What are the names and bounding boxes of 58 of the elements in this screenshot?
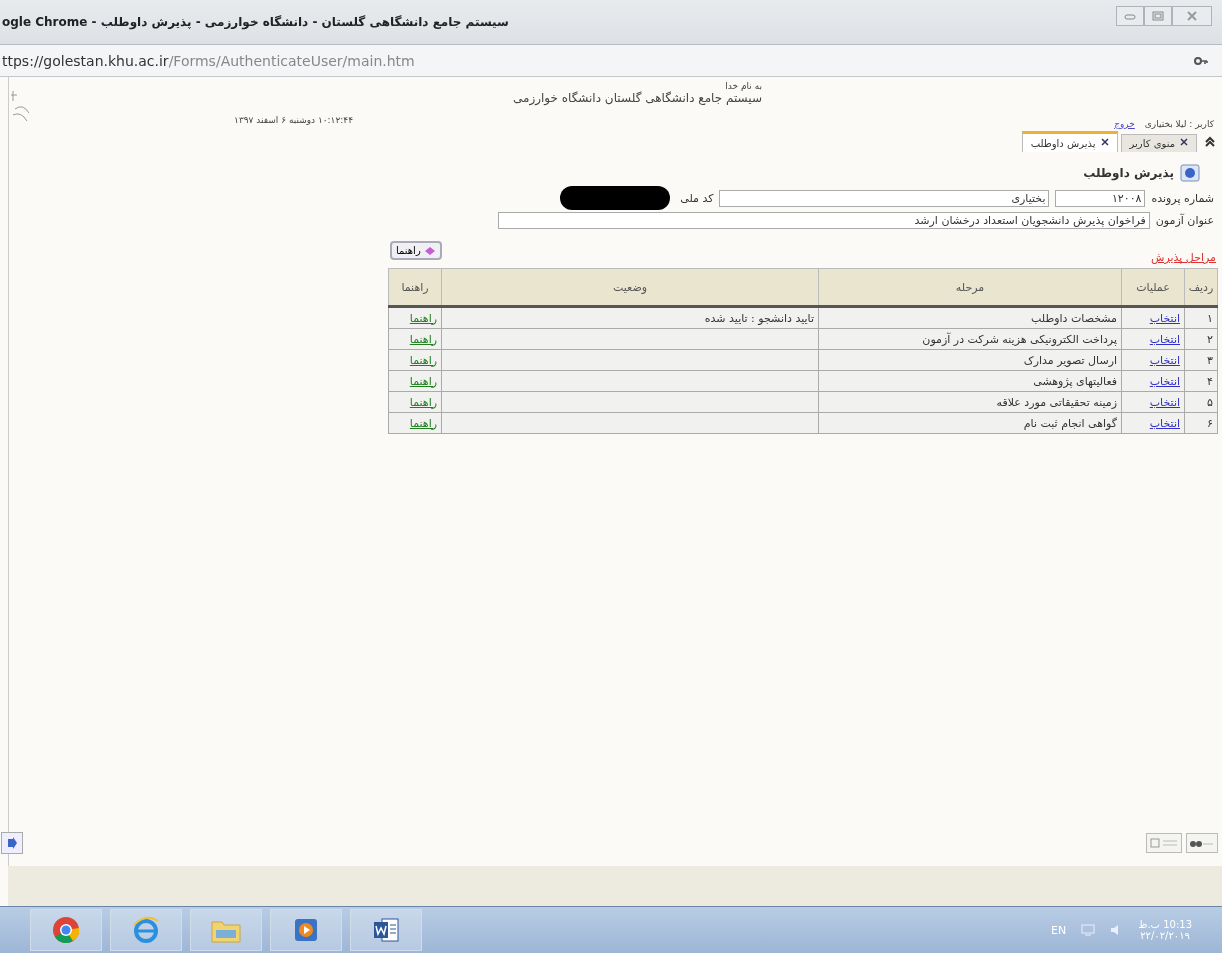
word-document-icon[interactable] — [350, 909, 422, 951]
form-heading: پذیرش داوطلب — [1083, 166, 1174, 180]
tab[interactable]: پذیرش داوطلب — [1021, 131, 1118, 152]
key-icon[interactable] — [1194, 56, 1208, 65]
table-cell: ۳ — [1184, 349, 1218, 371]
column-header: عملیات — [1121, 268, 1185, 307]
file-number-field[interactable]: ۱۲۰۰۸ — [1055, 189, 1146, 207]
media-player-icon[interactable] — [270, 909, 342, 951]
column-header: وضعیت — [441, 268, 819, 307]
table-cell: مشخصات داوطلب — [818, 306, 1122, 329]
bismillah-text: به نام خدا — [725, 81, 762, 91]
table-cell: ۲ — [1184, 328, 1218, 350]
search-button[interactable] — [1186, 833, 1218, 853]
url-text: ttps://golestan.khu.ac.ir/Forms/AuthenticateUser/main.htm — [2, 52, 415, 69]
tab[interactable]: منوی کاربر — [1120, 134, 1197, 152]
table-cell: ۵ — [1184, 391, 1218, 413]
close-icon — [1186, 11, 1198, 21]
chrome-icon[interactable] — [30, 909, 102, 951]
table-cell: زمینه تحقیقاتی مورد علاقه — [818, 391, 1122, 413]
minimize-button[interactable] — [1116, 6, 1144, 26]
date-time: ۱۰:۱۲:۴۴ دوشنبه ۶ اسفند ۱۳۹۷ — [234, 115, 353, 125]
close-icon[interactable] — [1180, 138, 1188, 146]
table-cell: ۴ — [1184, 370, 1218, 392]
table-cell: گواهی انجام ثبت نام — [818, 412, 1122, 434]
minimize-icon — [1124, 12, 1136, 20]
form-icon — [1180, 164, 1200, 182]
national-code-label: کد ملی — [680, 191, 714, 205]
help-button[interactable]: راهنما — [390, 241, 442, 260]
table-cell: فعالیتهای پژوهشی — [818, 370, 1122, 392]
exam-title-label: عنوان آزمون — [1155, 214, 1214, 227]
forward-button[interactable] — [1, 832, 23, 854]
close-button[interactable] — [1172, 6, 1212, 26]
folder-icon[interactable] — [190, 909, 262, 951]
maximize-icon — [1152, 11, 1164, 21]
page-icon — [1149, 837, 1179, 849]
table-cell: ۶ — [1184, 412, 1218, 434]
chevron-up-icon[interactable] — [1204, 136, 1216, 148]
table-cell: ارسال تصویر مدارک — [818, 349, 1122, 371]
column-header: راهنما — [388, 268, 442, 307]
logout-link[interactable]: خروج — [1114, 119, 1135, 129]
admission-steps-link[interactable]: مراحل پذیرش — [1150, 251, 1216, 264]
last-name-field[interactable]: بختیاری — [719, 189, 1050, 207]
maximize-button[interactable] — [1144, 6, 1172, 26]
column-header: ردیف — [1184, 268, 1218, 307]
close-icon[interactable] — [1100, 138, 1109, 146]
file-number-label: شماره پرونده — [1151, 191, 1214, 205]
user-name: کاربر : لیلا بختیاری — [1144, 119, 1214, 129]
table-cell: پرداخت الکترونیکی هزینه شرکت در آزمون — [818, 328, 1122, 350]
window-title: سیستم جامع دانشگاهی گلستان - دانشگاه خوارزمی - پذیرش داوطلب - ogle Chrome — [1, 15, 509, 29]
column-header: مرحله — [818, 268, 1122, 307]
table-cell: تایید دانشجو : تایید شده — [441, 306, 819, 329]
browser-e-icon[interactable] — [110, 909, 182, 951]
exam-title-field[interactable]: فراخوان پذیرش دانشجویان استعداد درخشان ارشد — [497, 212, 1150, 229]
arrow-icon — [6, 836, 18, 850]
table-cell: ۱ — [1184, 306, 1218, 329]
address-bar[interactable]: ttps://golestan.khu.ac.ir/Forms/AuthenticateUser/main.htm — [0, 45, 1222, 77]
system-name: سیستم جامع دانشگاهی گلستان دانشگاه خوارزمی — [512, 91, 762, 105]
diamond-icon — [423, 245, 436, 256]
